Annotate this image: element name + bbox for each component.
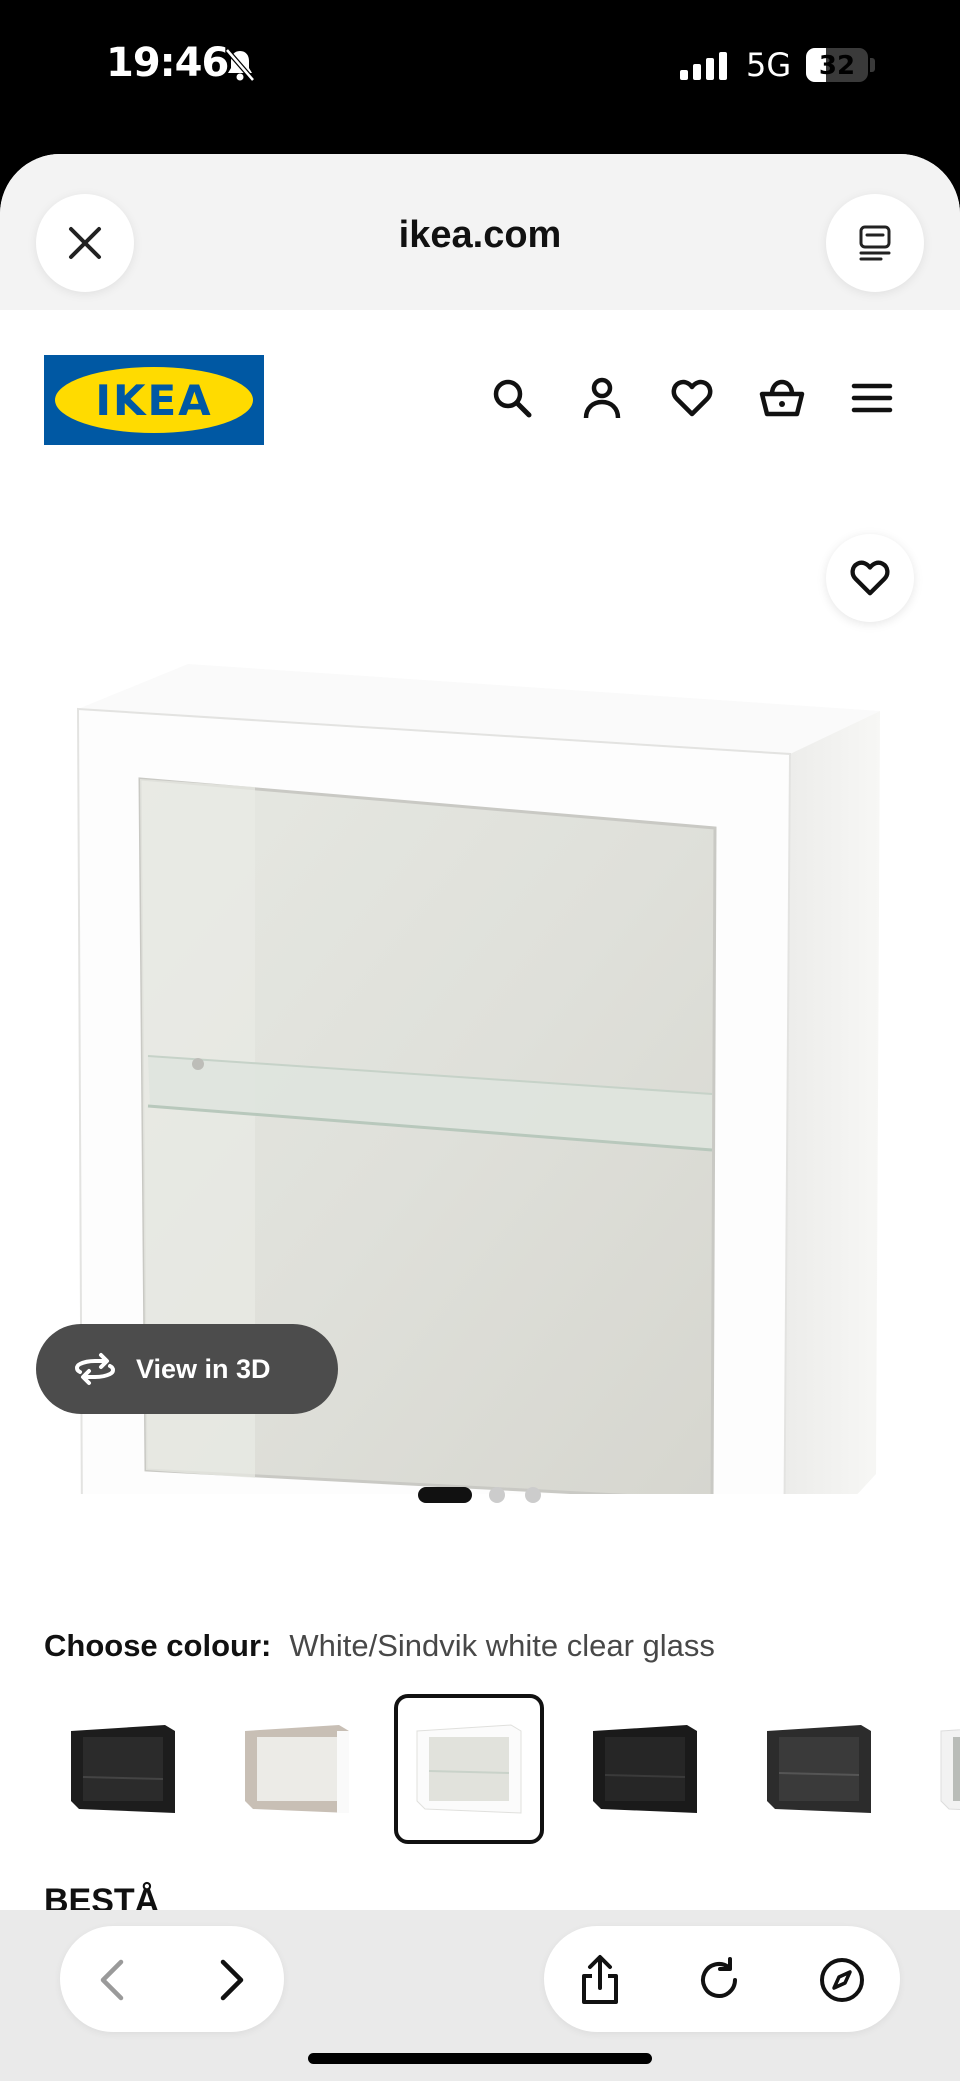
reload-button[interactable] [692, 1952, 748, 2008]
favourites-button[interactable] [664, 370, 720, 426]
battery-icon: 32 [806, 48, 868, 82]
colour-swatches [0, 1694, 960, 1854]
colour-swatch[interactable] [744, 1694, 894, 1844]
reader-icon [859, 225, 891, 261]
colour-swatch-selected[interactable] [394, 1694, 544, 1844]
colour-swatch[interactable] [570, 1694, 720, 1844]
reader-button[interactable] [826, 194, 924, 292]
logo-text: IKEA [95, 375, 213, 425]
view-in-3d-button[interactable]: View in 3D [36, 1324, 338, 1414]
add-to-favourites-button[interactable] [826, 534, 914, 622]
url-bar: ikea.com [0, 154, 960, 310]
colour-swatch[interactable] [48, 1694, 198, 1844]
home-indicator[interactable] [308, 2053, 652, 2064]
share-icon [582, 1955, 618, 2004]
view-in-3d-label: View in 3D [136, 1353, 271, 1384]
compass-button[interactable] [814, 1952, 870, 2008]
logo-oval: IKEA [55, 367, 253, 433]
url-text[interactable]: ikea.com [0, 214, 960, 257]
gallery-pagination [0, 1484, 960, 1504]
compass-icon [820, 1958, 864, 2002]
gallery-dot[interactable] [489, 1487, 505, 1503]
search-button[interactable] [484, 370, 540, 426]
back-icon [100, 1959, 124, 2001]
forward-button[interactable] [204, 1952, 260, 2008]
ikea-logo[interactable]: IKEA [44, 355, 264, 445]
rotate-3d-icon [75, 1353, 115, 1385]
choose-colour-label: Choose colour: [44, 1628, 272, 1663]
heart-icon [850, 560, 890, 596]
back-button[interactable] [84, 1952, 140, 2008]
share-button[interactable] [572, 1952, 628, 2008]
status-bar: 19:46 5G 32 [0, 0, 960, 150]
gallery-dot-active[interactable] [418, 1487, 472, 1503]
gallery-dot[interactable] [525, 1487, 541, 1503]
signal-icon [680, 52, 732, 87]
menu-icon [851, 383, 893, 413]
account-button[interactable] [574, 370, 630, 426]
basket-icon [759, 379, 805, 417]
heart-icon [671, 379, 713, 417]
account-icon [583, 377, 621, 419]
colour-swatch[interactable] [918, 1694, 960, 1844]
selected-colour-value: White/Sindvik white clear glass [289, 1628, 715, 1663]
colour-swatch[interactable] [222, 1694, 372, 1844]
silent-bell-icon [224, 48, 256, 87]
battery-level: 32 [818, 51, 856, 81]
network-type: 5G [746, 46, 792, 84]
browser-sheet: ikea.com IKEA View in 3D Choose colour: … [0, 154, 960, 2081]
colour-chooser-label: Choose colour: White/Sindvik white clear … [44, 1628, 715, 1664]
menu-button[interactable] [844, 370, 900, 426]
search-icon [493, 379, 532, 418]
battery-tip [870, 58, 875, 72]
reload-icon [701, 1957, 737, 1998]
forward-icon [220, 1959, 244, 2001]
status-time: 19:46 [106, 40, 229, 86]
site-header: IKEA [0, 310, 960, 445]
basket-button[interactable] [754, 370, 810, 426]
